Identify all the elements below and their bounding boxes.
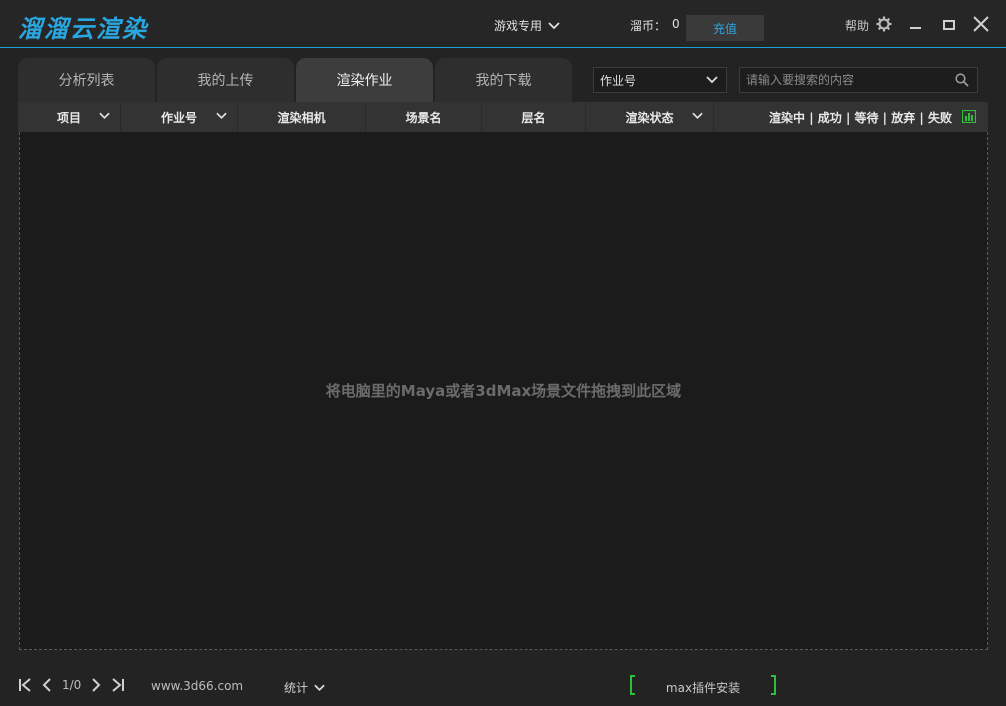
prev-page-icon[interactable]	[40, 677, 54, 693]
search-box	[739, 67, 978, 93]
coin-balance: 0	[672, 17, 680, 31]
column-label: 项目	[56, 110, 81, 125]
recharge-button[interactable]: 充值	[686, 15, 764, 41]
column-label: 场景名	[405, 110, 442, 125]
mode-select-label: 游戏专用	[494, 19, 543, 33]
stats-label: 统计	[284, 681, 309, 695]
chevron-down-icon	[706, 76, 718, 84]
chevron-down-icon	[216, 112, 227, 120]
column-label: 渲染状态	[625, 110, 674, 125]
next-page-icon[interactable]	[89, 677, 103, 693]
last-page-icon[interactable]	[111, 677, 125, 693]
close-icon[interactable]	[971, 14, 991, 34]
app-logo: 溜溜云渲染	[18, 15, 148, 43]
column-scene-name: 场景名	[366, 102, 482, 132]
search-field-label: 作业号	[600, 73, 637, 88]
pagination: 1/0	[18, 677, 133, 693]
chevron-down-icon	[692, 112, 703, 120]
column-label: 渲染中 | 成功 | 等待 | 放弃 | 失败	[769, 110, 952, 125]
drop-hint: 将电脑里的Maya或者3dMax场景文件拖拽到此区域	[325, 382, 682, 400]
search-icon[interactable]	[955, 73, 969, 87]
tab-bar: 分析列表 我的上传 渲染作业 我的下载	[18, 58, 574, 102]
chevron-down-icon	[548, 21, 560, 29]
column-label: 渲染相机	[277, 110, 326, 125]
stats-dropdown[interactable]: 统计	[284, 679, 325, 696]
column-render-status[interactable]: 渲染状态	[586, 102, 714, 132]
bracket-right	[771, 675, 776, 695]
chevron-down-icon	[314, 684, 325, 691]
column-layer-name: 层名	[482, 102, 586, 132]
column-job-id[interactable]: 作业号	[121, 102, 238, 132]
minimize-icon[interactable]	[906, 14, 926, 34]
column-project[interactable]: 项目	[18, 102, 121, 132]
column-render-camera: 渲染相机	[238, 102, 366, 132]
first-page-icon[interactable]	[18, 677, 32, 693]
search-input[interactable]	[740, 68, 945, 92]
title-divider	[10, 47, 996, 48]
mode-select[interactable]: 游戏专用	[494, 17, 560, 34]
tab-render-jobs[interactable]: 渲染作业	[296, 58, 433, 102]
coin-label: 溜币：	[630, 19, 667, 33]
plugin-label: max插件安装	[665, 681, 741, 695]
column-label: 层名	[521, 110, 546, 125]
tab-analysis-list[interactable]: 分析列表	[18, 58, 155, 102]
tab-my-downloads[interactable]: 我的下载	[435, 58, 572, 102]
bar-chart-icon[interactable]	[962, 110, 976, 123]
tab-my-uploads[interactable]: 我的上传	[157, 58, 294, 102]
file-drop-zone[interactable]: 将电脑里的Maya或者3dMax场景文件拖拽到此区域	[19, 132, 988, 650]
title-bar: 溜溜云渲染 游戏专用 溜币： 0 充值 帮助	[0, 0, 1006, 48]
max-plugin-install-button[interactable]: max插件安装	[630, 675, 776, 697]
page-indicator: 1/0	[62, 678, 82, 692]
search-field-select[interactable]: 作业号	[593, 67, 727, 93]
website-link[interactable]: www.3d66.com	[151, 679, 243, 693]
chevron-down-icon	[99, 112, 110, 120]
column-progress-summary: 渲染中 | 成功 | 等待 | 放弃 | 失败	[714, 102, 988, 132]
table-header: 项目 作业号 渲染相机 场景名 层名 渲染状态 渲染中 | 成功 | 等待 | …	[18, 102, 988, 132]
gear-icon[interactable]	[876, 16, 892, 32]
help-link[interactable]: 帮助	[845, 17, 869, 34]
maximize-icon[interactable]	[939, 14, 959, 34]
column-label: 作业号	[160, 110, 197, 125]
